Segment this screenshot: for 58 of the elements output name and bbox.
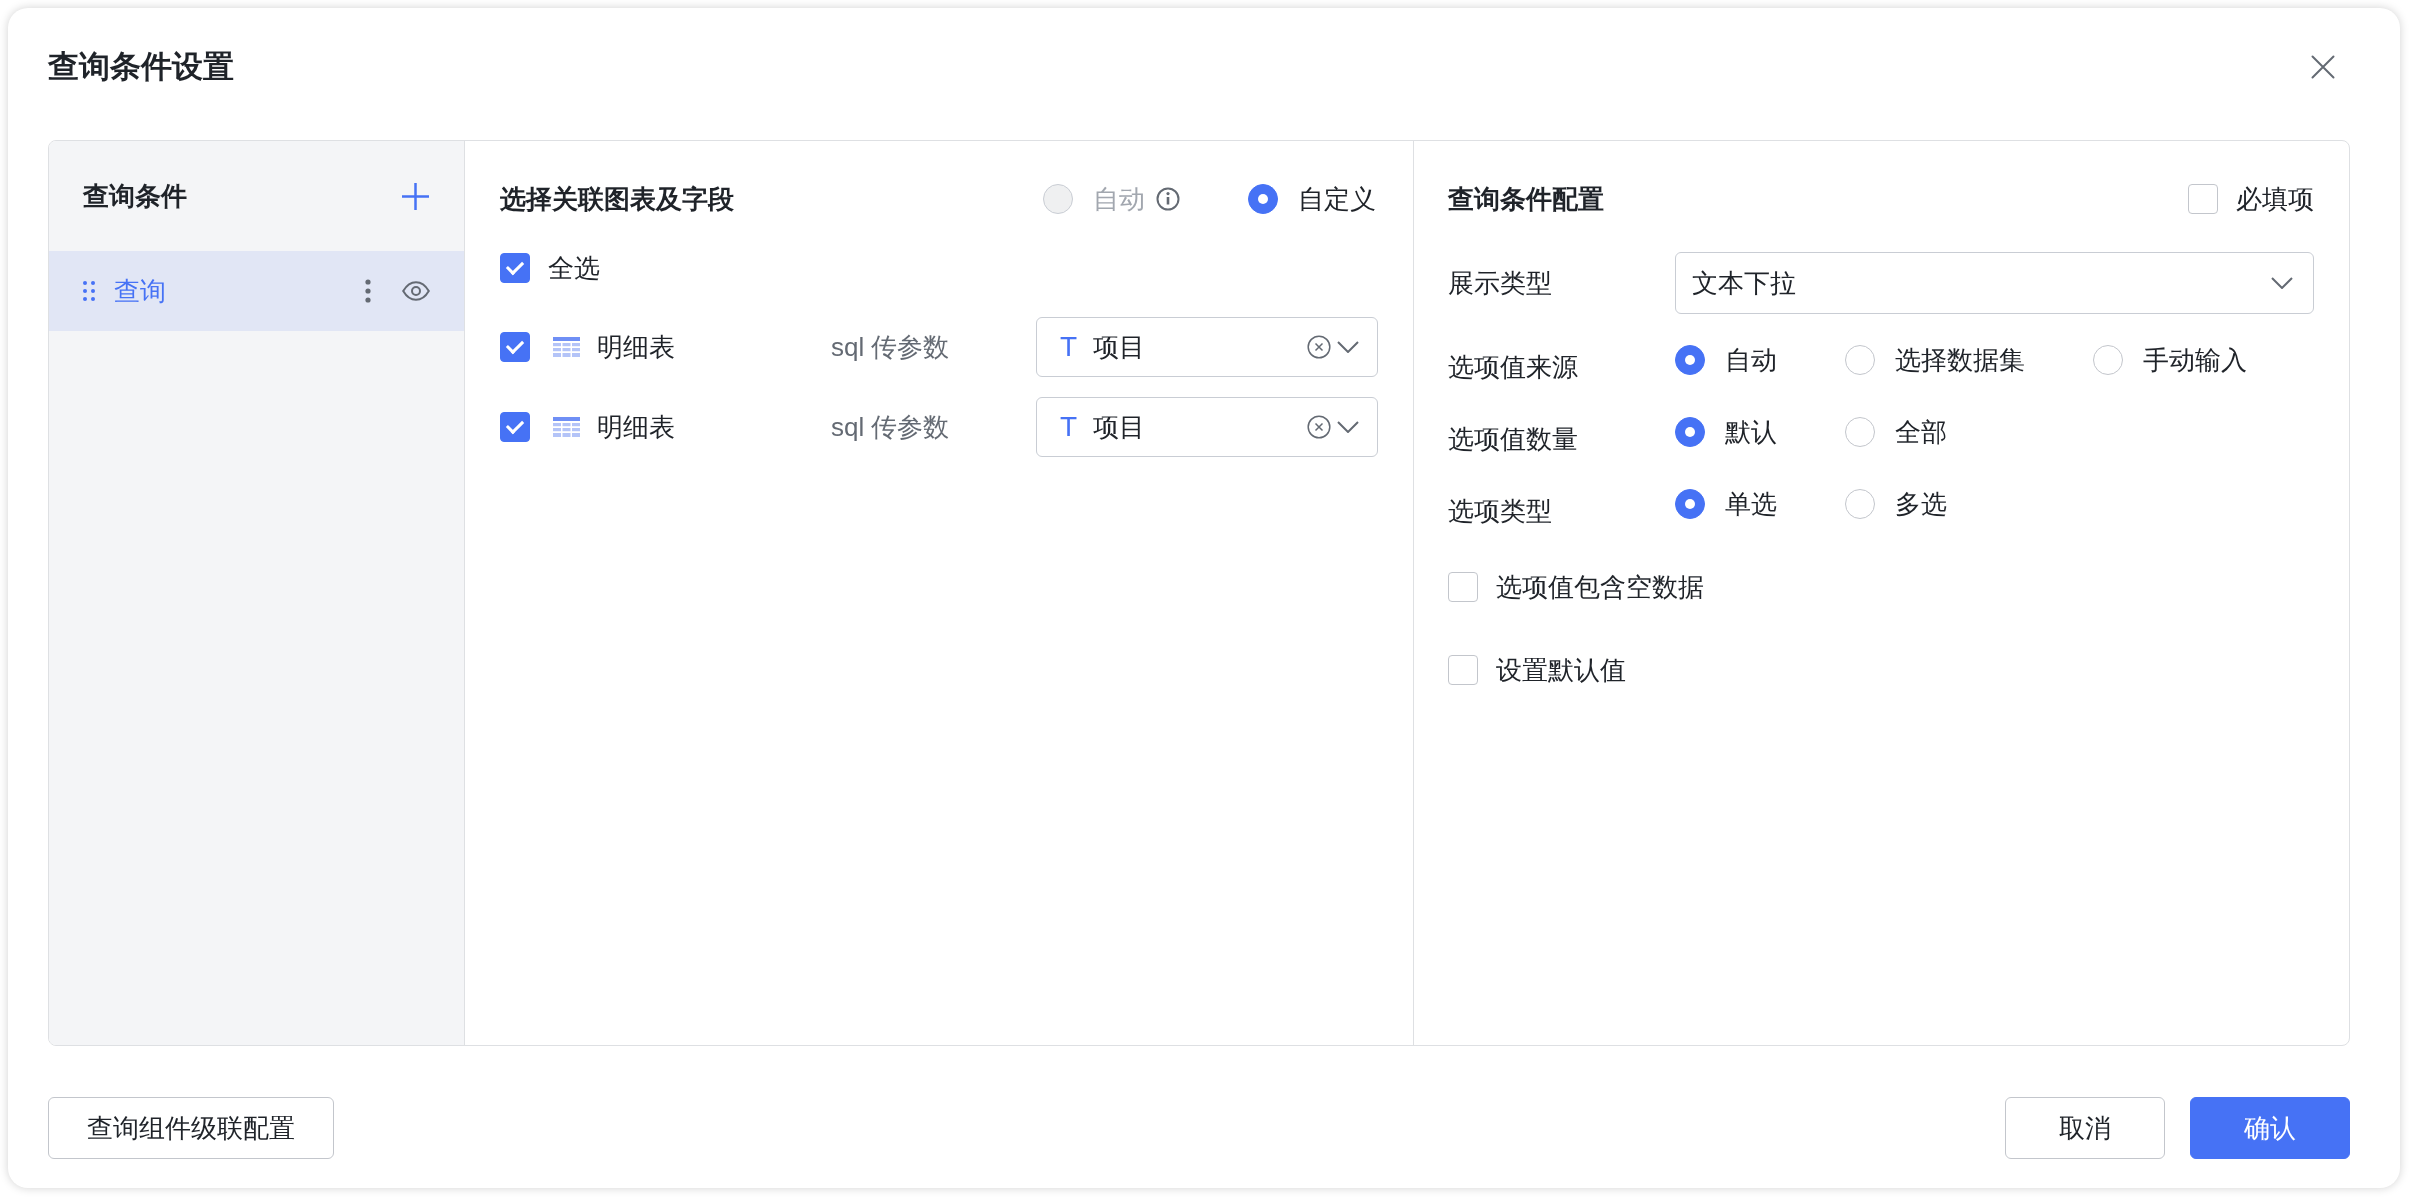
dialog-title: 查询条件设置 <box>48 48 234 86</box>
radio-button[interactable] <box>1675 417 1705 447</box>
add-icon[interactable] <box>402 182 429 210</box>
radio-button[interactable] <box>1675 489 1705 519</box>
eye-icon[interactable] <box>402 281 430 301</box>
section-title: 选择关联图表及字段 <box>500 182 735 216</box>
radio-label[interactable]: 单选 <box>1725 486 1777 522</box>
radio-label[interactable]: 自动 <box>1725 342 1777 378</box>
text-type-icon: T <box>1060 411 1093 443</box>
chevron-down-icon <box>1337 421 1359 433</box>
display-type-select[interactable]: 文本下拉 <box>1675 252 2314 314</box>
radio-button[interactable] <box>1845 345 1875 375</box>
checkbox-label[interactable]: 必填项 <box>2236 181 2314 217</box>
radio-label[interactable]: 选择数据集 <box>1895 342 2025 378</box>
radio-label[interactable]: 默认 <box>1725 414 1777 450</box>
checkbox-label[interactable]: 全选 <box>548 250 600 286</box>
param-label: sql 传参数 <box>831 410 951 444</box>
confirm-button[interactable]: 确认 <box>2190 1097 2350 1159</box>
checkbox-label[interactable]: 选项值包含空数据 <box>1496 569 1704 605</box>
clear-icon[interactable] <box>1307 415 1331 439</box>
field-label: 展示类型 <box>1448 266 1553 300</box>
table-icon <box>553 417 580 437</box>
checkbox[interactable] <box>1448 572 1478 602</box>
radio-button[interactable] <box>1248 184 1278 214</box>
radio-button[interactable] <box>1845 489 1875 519</box>
checkbox[interactable] <box>500 253 530 283</box>
field-select[interactable]: T 项目 <box>1036 397 1378 457</box>
radio-button[interactable] <box>2093 345 2123 375</box>
field-label: 选项值数量 <box>1448 422 1579 456</box>
param-label: sql 传参数 <box>831 330 951 364</box>
checkbox[interactable] <box>1448 655 1478 685</box>
radio-label[interactable]: 自定义 <box>1298 181 1376 217</box>
sidebar-title: 查询条件 <box>83 179 187 213</box>
checkbox[interactable] <box>500 412 530 442</box>
text-type-icon: T <box>1060 331 1093 363</box>
radio-label[interactable]: 手动输入 <box>2143 342 2247 378</box>
radio-label[interactable]: 多选 <box>1895 486 1947 522</box>
drag-handle-icon[interactable] <box>83 281 95 301</box>
chevron-down-icon <box>2271 277 2293 289</box>
radio-button[interactable] <box>1675 345 1705 375</box>
radio-label[interactable]: 全部 <box>1895 414 1947 450</box>
table-icon <box>553 337 580 357</box>
field-select[interactable]: T 项目 <box>1036 317 1378 377</box>
checkbox-label[interactable]: 设置默认值 <box>1496 652 1626 688</box>
clear-icon[interactable] <box>1307 335 1331 359</box>
chart-name: 明细表 <box>597 330 676 364</box>
close-icon[interactable] <box>2311 55 2335 79</box>
checkbox[interactable] <box>500 332 530 362</box>
field-label: 选项类型 <box>1448 494 1553 528</box>
checkbox[interactable] <box>2188 184 2218 214</box>
chevron-down-icon <box>1337 341 1359 353</box>
radio-button[interactable] <box>1845 417 1875 447</box>
field-label: 选项值来源 <box>1448 350 1579 384</box>
chart-name: 明细表 <box>597 410 676 444</box>
cascade-config-button[interactable]: 查询组件级联配置 <box>48 1097 334 1159</box>
more-icon[interactable] <box>365 279 371 303</box>
cancel-button[interactable]: 取消 <box>2005 1097 2165 1159</box>
section-title: 查询条件配置 <box>1448 182 1604 216</box>
